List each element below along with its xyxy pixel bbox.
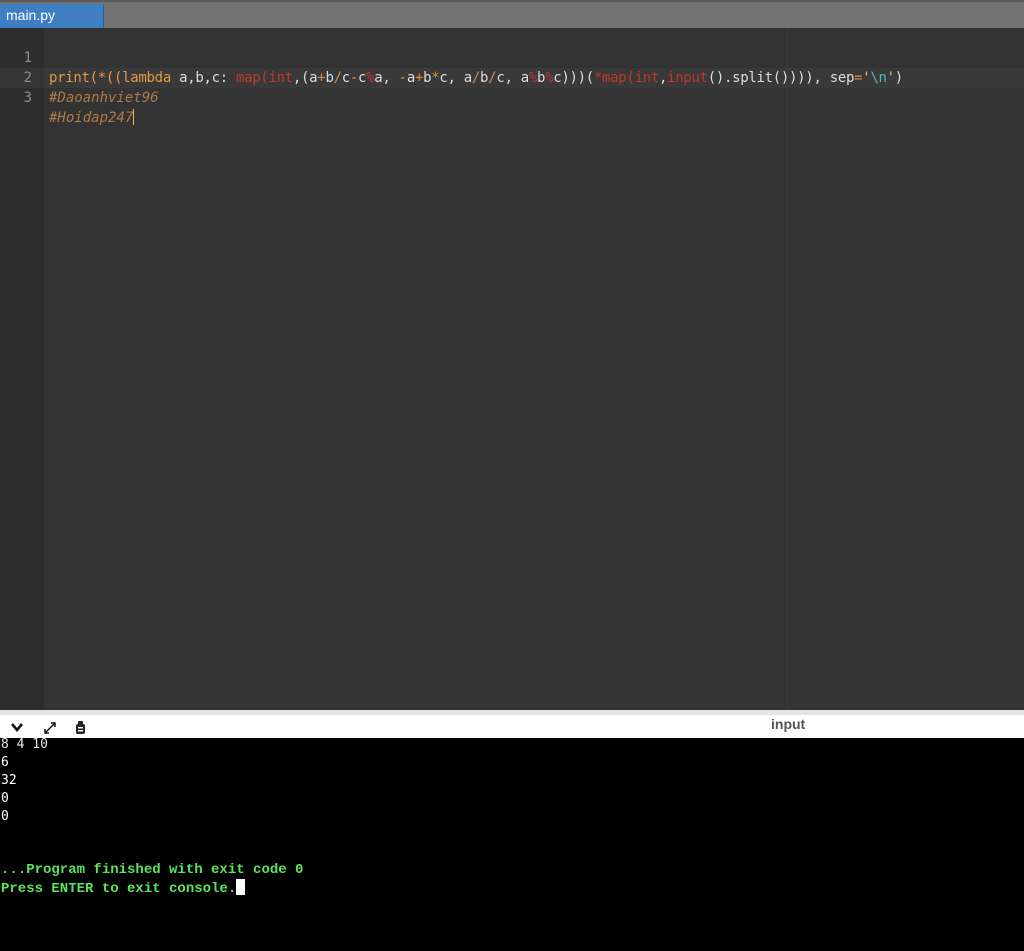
console-toolbar: input — [0, 710, 1024, 738]
console-cursor — [236, 879, 246, 895]
code-line[interactable]: 2 #Daoanhviet96 — [0, 48, 1024, 106]
console-output-line: 0 — [1, 791, 9, 806]
console-input-line: 8 4 10 — [1, 737, 48, 752]
text-cursor — [133, 109, 135, 125]
code-line-text: #Daoanhviet96 — [49, 90, 159, 106]
code-line[interactable]: 1 print(*((lambda a,b,c: map(int,(a+b/c-… — [0, 28, 1024, 86]
print-margin — [787, 28, 788, 710]
finish-message: ...Program finished with exit code 0 — [1, 862, 304, 878]
code-editor[interactable]: 1 print(*((lambda a,b,c: map(int,(a+b/c-… — [0, 28, 1024, 710]
tab-main-py[interactable]: main.py — [0, 4, 104, 30]
tab-bar: main.py — [0, 0, 1024, 30]
exit-prompt: Press ENTER to exit console. — [1, 879, 246, 898]
debug-icon[interactable] — [70, 720, 90, 738]
code-line-text: #Hoidap247 — [49, 109, 135, 126]
console-output-line: 6 — [1, 755, 9, 770]
line-number: 3 — [23, 90, 32, 106]
console-output-line: 32 — [1, 773, 17, 788]
input-label: input — [771, 716, 806, 732]
console-output-line: 0 — [1, 809, 9, 824]
code-line[interactable]: 3 #Hoidap247 — [0, 68, 1024, 126]
console-output[interactable]: 8 4 10 6 32 0 0 ...Program finished with… — [0, 737, 1024, 951]
